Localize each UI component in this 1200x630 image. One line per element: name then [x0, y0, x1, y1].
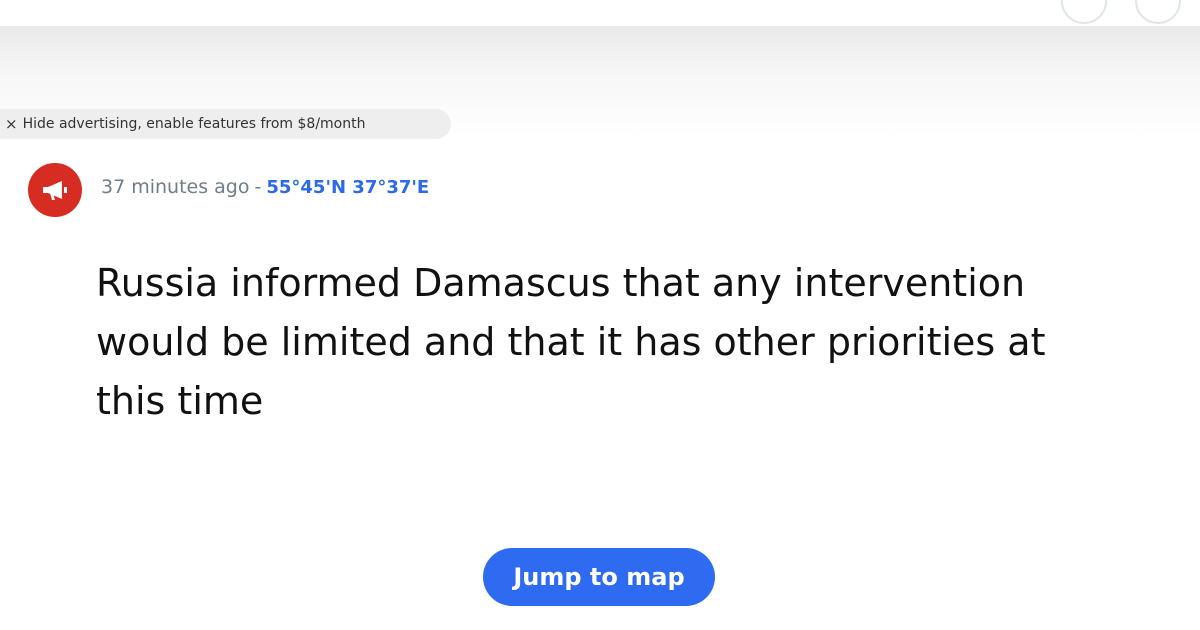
- hide-advertising-button[interactable]: × Hide advertising, enable features from…: [0, 109, 451, 139]
- megaphone-icon: [43, 181, 67, 200]
- event-avatar: [28, 163, 82, 217]
- page: × Hide advertising, enable features from…: [0, 0, 1200, 630]
- top-circle-button[interactable]: [1061, 0, 1107, 24]
- hide-advertising-label: Hide advertising, enable features from $…: [22, 116, 366, 132]
- meta-separator: -: [254, 176, 262, 198]
- coordinates-link[interactable]: 55°45'N 37°37'E: [266, 177, 429, 198]
- post-headline: Russia informed Damascus that any interv…: [96, 261, 1046, 423]
- post-time: 37 minutes ago: [101, 176, 250, 198]
- close-icon[interactable]: ×: [5, 116, 18, 132]
- top-circle-button[interactable]: [1135, 0, 1181, 24]
- jump-to-map-button[interactable]: Jump to map: [483, 548, 715, 606]
- top-bar: [0, 0, 1200, 26]
- post-meta: 37 minutes ago - 55°45'N 37°37'E: [101, 173, 429, 201]
